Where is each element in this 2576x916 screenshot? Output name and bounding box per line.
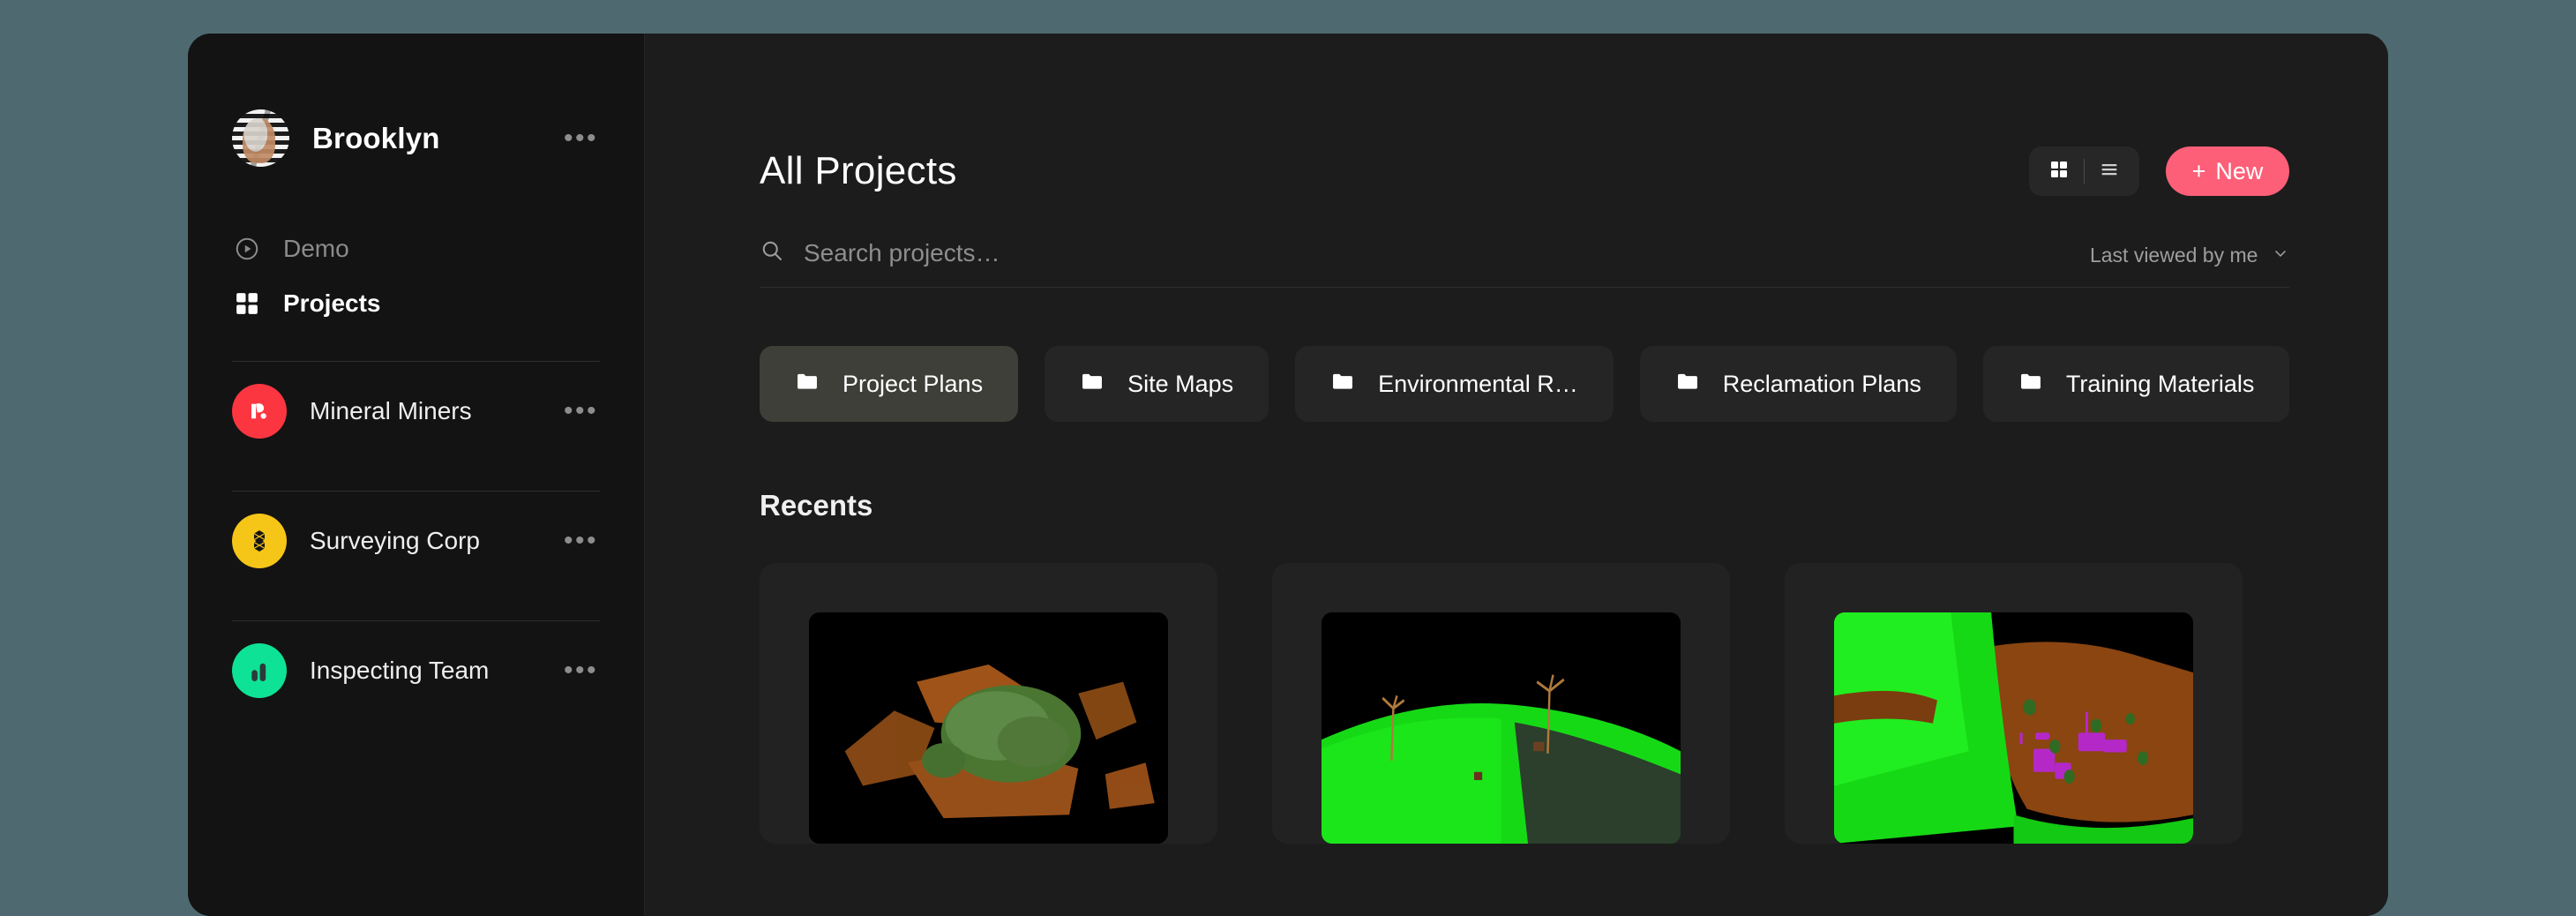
sidebar-item-projects[interactable]: Projects bbox=[232, 276, 600, 331]
search-row: Last viewed by me bbox=[760, 238, 2290, 288]
avatar bbox=[232, 109, 289, 167]
sidebar-item-demo[interactable]: Demo bbox=[232, 221, 600, 276]
play-circle-icon bbox=[232, 234, 262, 264]
primary-nav: Demo Projects bbox=[188, 221, 644, 331]
workspace-menu-button[interactable]: ••• bbox=[564, 657, 644, 684]
sort-dropdown[interactable]: Last viewed by me bbox=[2090, 244, 2289, 267]
sidebar-workspace-mineral-miners[interactable]: Mineral Miners ••• bbox=[188, 362, 644, 461]
folder-chip-reclamation-plans[interactable]: Reclamation Plans bbox=[1639, 346, 1957, 422]
search-icon bbox=[760, 238, 784, 267]
folder-chip-label: Environmental R… bbox=[1378, 370, 1578, 397]
sidebar-item-projects-label: Projects bbox=[283, 289, 381, 317]
folder-icon bbox=[1330, 369, 1355, 400]
folder-chip-label: Training Materials bbox=[2065, 370, 2255, 397]
grid-view-icon bbox=[2048, 159, 2070, 184]
page-header: All Projects + New bbox=[760, 34, 2290, 196]
header-toolbar: + New bbox=[2028, 146, 2290, 196]
view-toggle bbox=[2028, 146, 2139, 196]
grid-icon bbox=[232, 289, 262, 319]
project-card[interactable] bbox=[1785, 563, 2243, 844]
folder-chip-label: Project Plans bbox=[842, 370, 984, 397]
profile-name: Brooklyn bbox=[312, 121, 440, 154]
folder-icon bbox=[2018, 369, 2043, 400]
folder-chip-site-maps[interactable]: Site Maps bbox=[1045, 346, 1269, 422]
search-input[interactable] bbox=[804, 238, 2090, 267]
workspace-menu-button[interactable]: ••• bbox=[564, 398, 644, 424]
new-project-button[interactable]: + New bbox=[2165, 146, 2290, 196]
page-title: All Projects bbox=[760, 149, 957, 192]
folder-chip-label: Site Maps bbox=[1127, 370, 1234, 397]
folder-icon bbox=[1080, 369, 1105, 400]
profile-menu-button[interactable]: ••• bbox=[564, 124, 644, 152]
sort-dropdown-label: Last viewed by me bbox=[2089, 244, 2258, 267]
main-content: All Projects + New Search projects… Last… bbox=[645, 34, 2388, 916]
project-thumbnail bbox=[809, 612, 1168, 844]
mineral-miners-logo bbox=[232, 384, 287, 439]
sidebar-workspace-label: Mineral Miners bbox=[310, 397, 472, 424]
surveying-corp-logo bbox=[232, 514, 287, 568]
recents-card-grid bbox=[760, 563, 2289, 844]
sidebar-workspace-inspecting-team[interactable]: Inspecting Team ••• bbox=[188, 621, 644, 720]
folder-chip-label: Reclamation Plans bbox=[1722, 370, 1921, 397]
sidebar-workspace-surveying-corp[interactable]: Surveying Corp ••• bbox=[188, 492, 644, 590]
sidebar-item-demo-label: Demo bbox=[283, 235, 349, 262]
list-view-icon bbox=[2099, 159, 2120, 184]
sidebar-workspace-label: Surveying Corp bbox=[310, 527, 480, 554]
inspecting-team-logo bbox=[232, 643, 287, 698]
app-window: Brooklyn ••• Demo Projects Mineral Miner… bbox=[188, 34, 2388, 916]
grid-view-button[interactable] bbox=[2034, 146, 2084, 196]
workspace-menu-button[interactable]: ••• bbox=[564, 528, 644, 554]
recents-heading: Recents bbox=[760, 489, 873, 522]
project-thumbnail bbox=[1834, 612, 2193, 844]
folder-chips: Project Plans Site Maps Environmental R…… bbox=[760, 346, 2290, 422]
folder-chip-project-plans[interactable]: Project Plans bbox=[760, 346, 1019, 422]
project-thumbnail bbox=[1322, 612, 1681, 844]
folder-chip-environmental-r[interactable]: Environmental R… bbox=[1295, 346, 1614, 422]
sidebar: Brooklyn ••• Demo Projects Mineral Miner… bbox=[188, 34, 645, 916]
project-card[interactable] bbox=[760, 563, 1217, 844]
new-project-label: New bbox=[2215, 157, 2264, 184]
folder-icon bbox=[795, 369, 820, 400]
project-card[interactable] bbox=[1272, 563, 1730, 844]
search-field[interactable] bbox=[760, 238, 2090, 267]
list-view-button[interactable] bbox=[2085, 146, 2134, 196]
profile-row[interactable]: Brooklyn ••• bbox=[188, 34, 644, 167]
folder-chip-training-materials[interactable]: Training Materials bbox=[1982, 346, 2290, 422]
plus-icon: + bbox=[2191, 157, 2206, 184]
folder-icon bbox=[1675, 369, 1700, 400]
chevron-down-icon bbox=[2272, 244, 2289, 267]
sidebar-workspace-label: Inspecting Team bbox=[310, 657, 490, 684]
